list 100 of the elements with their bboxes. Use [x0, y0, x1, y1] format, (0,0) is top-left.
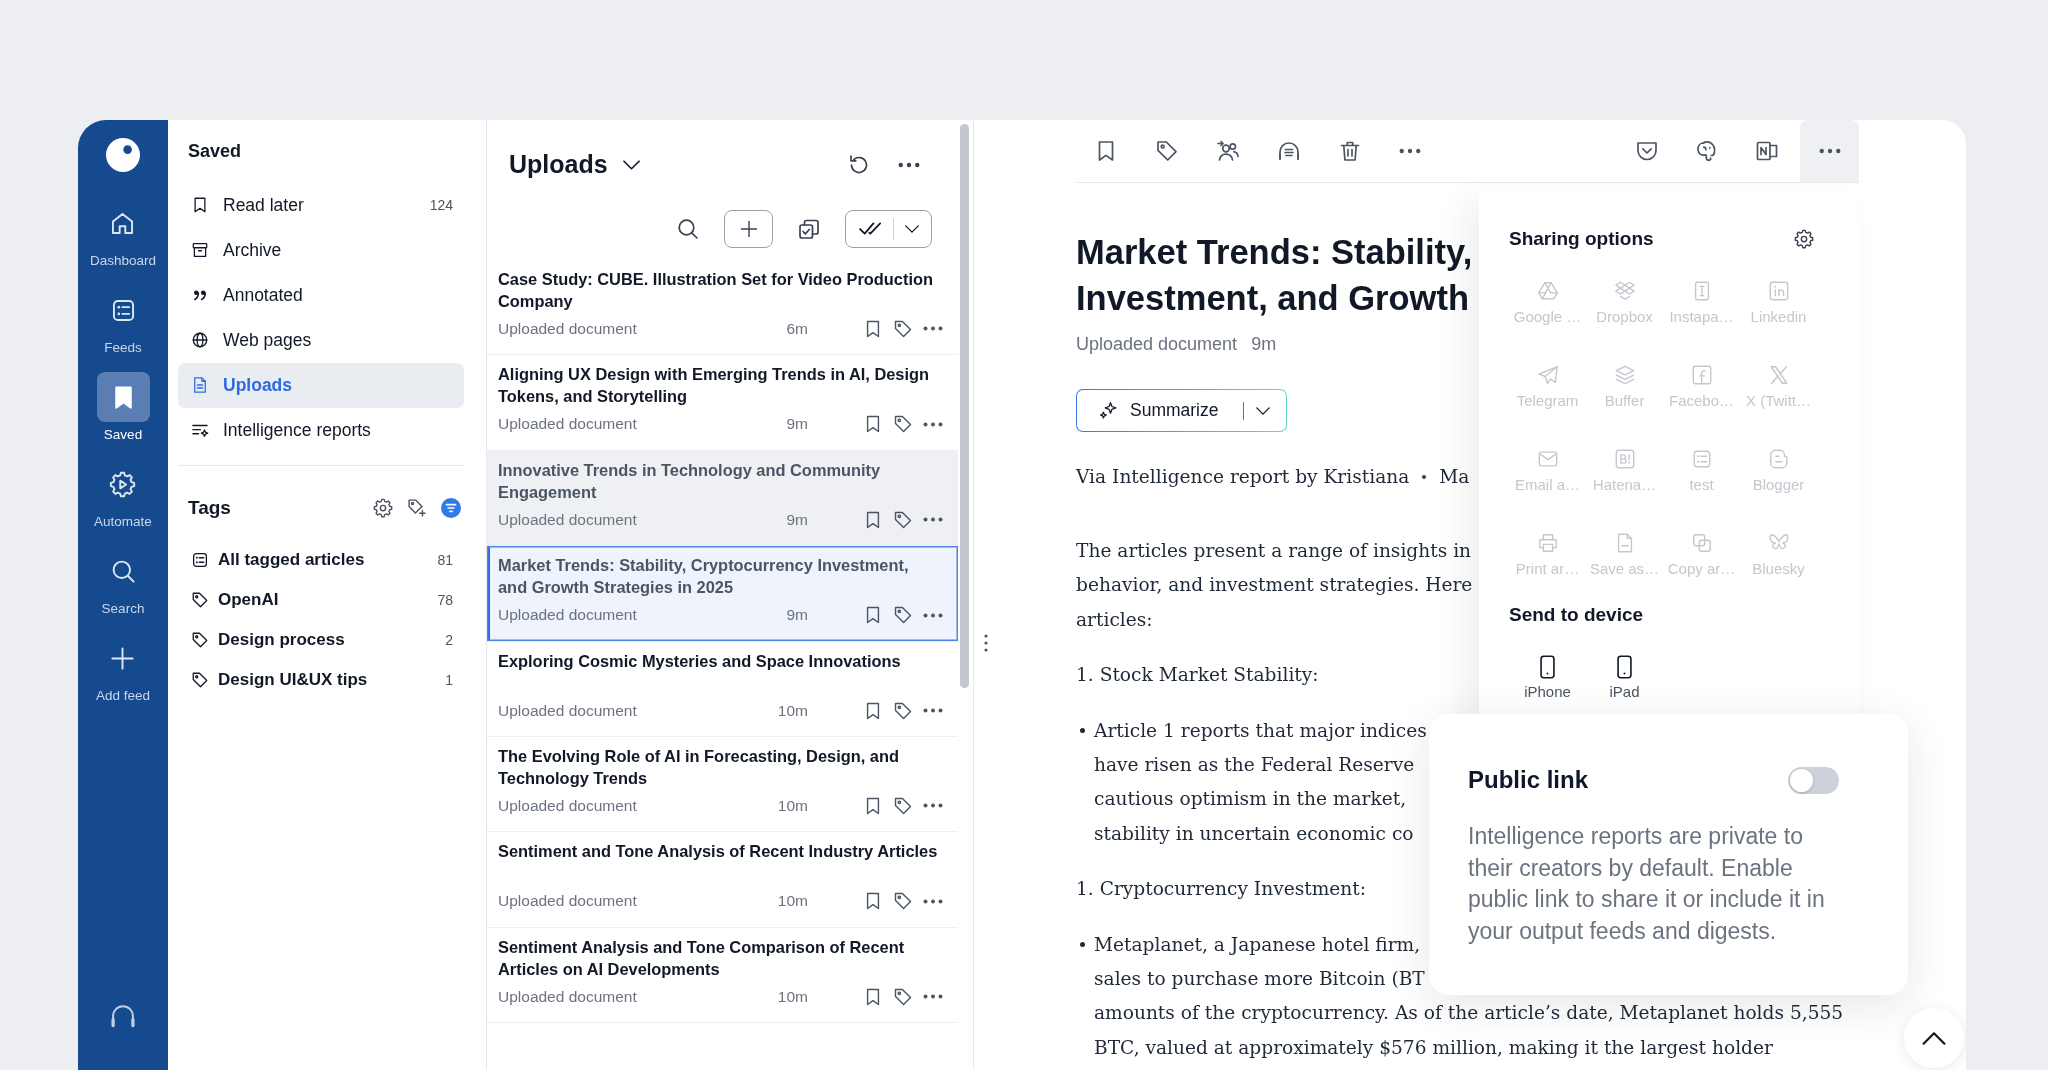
more-icon[interactable]: [923, 898, 943, 904]
sidebar-item[interactable]: Uploads: [178, 362, 464, 408]
tag-item[interactable]: All tagged articles 81: [178, 539, 464, 580]
add-button[interactable]: [724, 210, 773, 248]
item-title: Exploring Cosmic Mysteries and Space Innovations: [498, 650, 902, 672]
tag-icon[interactable]: [893, 319, 913, 339]
item-meta: Uploaded document: [498, 987, 638, 1006]
drag-handle-icon[interactable]: [984, 634, 988, 652]
numbered-item-text: 1. Cryptocurrency Investment:: [1076, 877, 1366, 902]
item-time: 9m: [786, 415, 808, 434]
tag-icon: [191, 670, 209, 689]
list-title-dropdown[interactable]: Uploads: [509, 150, 640, 180]
caret-icon: [622, 159, 640, 170]
sidebar-item[interactable]: Archive: [178, 227, 464, 273]
article-meta: Uploaded document: [1076, 333, 1238, 355]
list-item[interactable]: Innovative Trends in Technology and Community Engagement Uploaded document 9m: [487, 450, 958, 547]
more-icon[interactable]: [923, 994, 943, 1000]
nav-item[interactable]: Add feed: [95, 633, 150, 704]
scrollbar[interactable]: [960, 124, 969, 688]
tag-icon[interactable]: [893, 509, 913, 530]
search-icon[interactable]: [676, 217, 700, 241]
more-icon[interactable]: [1399, 148, 1421, 154]
tag-icon[interactable]: [893, 795, 913, 816]
tag-icon[interactable]: [893, 891, 913, 912]
bullet-icon: [1080, 942, 1085, 948]
article-title: Investment, and Growth: [1076, 278, 1469, 319]
tag-icon[interactable]: [893, 605, 913, 626]
layers-icon: [1613, 364, 1636, 386]
item-meta: Uploaded document: [498, 415, 638, 434]
more-icon[interactable]: [923, 708, 943, 714]
more-icon[interactable]: [923, 421, 943, 427]
tag-icon[interactable]: [893, 414, 913, 435]
item-title: The Evolving Role of AI in Forecasting, Design, and Technology Trends: [498, 745, 900, 789]
article-title: Market Trends: Stability,: [1076, 232, 1473, 273]
more-icon[interactable]: [923, 612, 943, 618]
sidebar-item[interactable]: Web pages: [178, 317, 464, 363]
settings-icon[interactable]: [1794, 229, 1814, 249]
mark-read-button[interactable]: [845, 210, 932, 248]
item-title: Sentiment and Tone Analysis of Recent Industry Articles: [498, 841, 939, 863]
article-text: stability in uncertain economic co: [1094, 821, 1414, 846]
gear-play-icon: [109, 470, 137, 498]
device-option[interactable]: iPhone: [1509, 655, 1586, 701]
nav-item[interactable]: Feeds: [96, 285, 150, 356]
tag-item[interactable]: Design process 2: [178, 619, 464, 660]
f-box-icon: [1690, 364, 1713, 386]
filter-icon[interactable]: [441, 497, 461, 518]
n-notebook-icon[interactable]: [1755, 139, 1779, 163]
public-link-toggle[interactable]: [1788, 766, 1839, 794]
tag-item[interactable]: Design UI&UX tips 1: [178, 659, 464, 700]
chevron-up-icon: [1922, 1031, 1946, 1045]
panel-title: Sharing options: [1509, 227, 1654, 251]
envelope-icon: [1536, 448, 1559, 470]
tag-item[interactable]: OpenAI 78: [178, 579, 464, 620]
article-text: amounts of the cryptocurrency. As of the article’s date, Metaplanet holds 5,555: [1094, 1001, 1844, 1026]
nav-item[interactable]: Automate: [94, 459, 152, 530]
more-icon[interactable]: [923, 326, 943, 332]
item-title: Aligning UX Design with Emerging Trends in AI, Design Tokens, and Storytelling: [498, 364, 931, 408]
article-text: Article 1 reports that major indices: [1094, 718, 1427, 743]
tag-icon[interactable]: [1155, 139, 1179, 163]
more-icon: [1818, 148, 1841, 154]
tag-icon[interactable]: [893, 986, 913, 1007]
nav-item[interactable]: Dashboard: [89, 198, 156, 269]
sidebar-item[interactable]: Annotated: [178, 272, 464, 318]
audio-arch-icon[interactable]: [1277, 139, 1301, 163]
sidebar-item[interactable]: Read later 124: [178, 182, 464, 228]
item-count: 2: [445, 631, 453, 648]
tag-plus-icon[interactable]: [407, 497, 427, 518]
tag-icon[interactable]: [893, 700, 913, 721]
blob-icon: [1767, 448, 1790, 470]
list-item[interactable]: Exploring Cosmic Mysteries and Space Innovations Uploaded document 10m: [487, 641, 958, 737]
item-time: 10m: [777, 701, 808, 720]
list-item[interactable]: Case Study: CUBE. Illustration Set for Video Production Company Uploaded document 6m: [487, 260, 958, 356]
item-title: Innovative Trends in Technology and Community Engagement: [498, 459, 882, 503]
article-time: 9m: [1251, 333, 1277, 355]
shield-chevron-icon[interactable]: [1635, 139, 1659, 163]
device-option[interactable]: iPad: [1586, 655, 1663, 701]
more-icon[interactable]: [898, 161, 920, 168]
summarize-button[interactable]: Summarize: [1076, 389, 1287, 432]
card-description: Intelligence reports are private to their creators by default. Enable public link to share it or include it in your output feeds and digests.: [1468, 822, 1826, 947]
plus-icon: [738, 219, 759, 239]
list-item[interactable]: The Evolving Role of AI in Forecasting, Design, and Technology Trends Uploaded document 10m: [487, 736, 958, 833]
numbered-item-text: 1. Stock Market Stability:: [1076, 663, 1319, 688]
people-arrow-icon[interactable]: [1216, 139, 1240, 163]
list-item[interactable]: Sentiment and Tone Analysis of Recent Industry Articles Uploaded document 10m: [487, 832, 958, 928]
b-box-icon: [1613, 448, 1636, 470]
logo-icon[interactable]: [106, 138, 140, 172]
item-count: 1: [445, 671, 453, 688]
list-item[interactable]: Sentiment Analysis and Tone Comparison of Recent Articles on AI Developments Uploaded document 10m: [487, 927, 958, 1024]
sidebar-item[interactable]: Intelligence reports: [178, 407, 464, 453]
settings-icon[interactable]: [373, 497, 393, 518]
more-icon[interactable]: [923, 517, 943, 523]
card-title: Public link: [1468, 766, 1589, 794]
more-icon[interactable]: [923, 803, 943, 809]
list-item[interactable]: Market Trends: Stability, Cryptocurrency Investment, and Growth Strategies in 2025 Uploaded document 9m: [487, 546, 958, 642]
trash-icon[interactable]: [1338, 139, 1362, 163]
nav-item[interactable]: Search: [96, 546, 150, 617]
copy-check-icon[interactable]: [797, 217, 821, 241]
separator-dot-icon: [1422, 475, 1427, 479]
byline-text: Via Intelligence report by Kristiana: [1076, 465, 1410, 489]
list-item[interactable]: Aligning UX Design with Emerging Trends in AI, Design Tokens, and Storytelling Uploaded document 9m: [487, 355, 958, 451]
